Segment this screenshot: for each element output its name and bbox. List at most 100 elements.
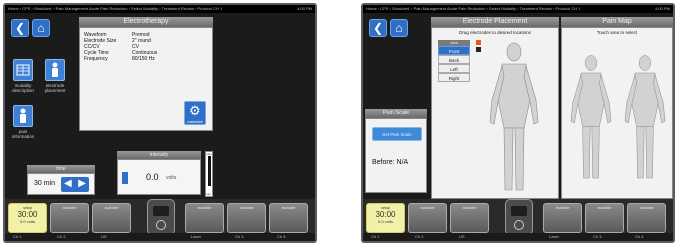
intensity-display: 0.0 volts: [117, 159, 201, 195]
intensity-value: 0.0: [146, 172, 159, 182]
device-icon: [147, 199, 175, 235]
channel-label: available: [62, 206, 77, 210]
status-bar: Home › CPS › ShoulderL › Pain Management…: [363, 5, 673, 13]
channel-tile[interactable]: available: [627, 203, 666, 233]
intensity-bar: [122, 172, 128, 184]
back-arrow-icon[interactable]: ❮: [11, 19, 29, 37]
modality-description-tile[interactable]: [13, 59, 33, 81]
channel-tile[interactable]: available: [92, 203, 131, 233]
strip-ch1[interactable]: Ch 1: [371, 233, 379, 241]
panel-title: Electrotherapy: [79, 17, 213, 27]
view-back-button[interactable]: Back: [438, 55, 470, 64]
home-icon[interactable]: ⌂: [390, 19, 408, 37]
channel-tile[interactable]: available: [227, 203, 266, 233]
channel-bar: setup 30:00 0.0 volts available availabl…: [363, 199, 673, 241]
electrode-placement-title: Electrode Placement: [431, 17, 559, 27]
electrode-icon: [52, 62, 58, 77]
pain-scale-title: Pain Scale: [365, 109, 427, 118]
strip-ch4[interactable]: Ch 4: [277, 233, 285, 241]
view-front-button[interactable]: Front: [438, 46, 470, 55]
tile-label: electrode placement: [44, 83, 66, 93]
tile-label: modality description: [12, 83, 34, 93]
view-left-button[interactable]: Left: [438, 64, 470, 73]
channel-label: available: [639, 206, 654, 210]
channel-time: 30:00: [17, 210, 38, 219]
painmap-instruction: Touch area to select: [596, 30, 638, 35]
tile-label: pain information: [11, 129, 35, 139]
chevron-left-icon[interactable]: ◀: [64, 178, 72, 189]
view-right-button[interactable]: Right: [438, 73, 470, 82]
strip-laser[interactable]: Laser: [191, 233, 201, 241]
channel-label: available: [239, 206, 254, 210]
channel-time: 30:00: [375, 210, 396, 219]
channel-tile[interactable]: available: [408, 203, 447, 233]
channel-volts: 0.0 volts: [20, 219, 35, 224]
before-pain-label: Before: N/A: [372, 159, 409, 166]
intensity-title: intensity: [117, 151, 201, 159]
back-arrow-icon[interactable]: ❮: [369, 19, 387, 37]
device-icon: [505, 199, 533, 235]
strip-us[interactable]: US: [459, 233, 465, 241]
pain-map-title: Pain Map: [561, 17, 673, 27]
strip-ch3[interactable]: Ch 3: [235, 233, 243, 241]
channel-label: available: [281, 206, 296, 210]
channel-tile[interactable]: available: [50, 203, 89, 233]
channel-label: available: [197, 206, 212, 210]
strip-ch2[interactable]: Ch 2: [57, 233, 65, 241]
strip-us[interactable]: US: [101, 233, 107, 241]
channel-tile[interactable]: available: [269, 203, 308, 233]
slider-max-label: max: [206, 152, 212, 156]
gear-icon: ⚙: [189, 103, 201, 118]
slider-track: [208, 156, 211, 186]
channel-tile[interactable]: available: [585, 203, 624, 233]
grid-icon: [16, 64, 30, 76]
home-icon[interactable]: ⌂: [32, 19, 50, 37]
strip-ch4[interactable]: Ch 4: [635, 233, 643, 241]
pain-map-area[interactable]: Touch area to select: [561, 27, 673, 199]
channel-volts: 0.0 volts: [378, 219, 393, 224]
status-bar: Home › CPS › ShoulderL › Pain Management…: [5, 5, 315, 13]
channel-tile-setup[interactable]: setup 30:00 0.0 volts: [366, 203, 405, 233]
customize-label: customize: [187, 120, 203, 124]
breadcrumb: Home › CPS › ShoulderL › Pain Management…: [366, 6, 581, 11]
parameter-list: Waveform Premod Electrode Size 2" round CC…: [80, 28, 212, 66]
body-front-figure[interactable]: [484, 40, 544, 196]
electrode-placement-tile[interactable]: [45, 59, 65, 81]
channel-tile[interactable]: available: [450, 203, 489, 233]
strip-ch1[interactable]: Ch 1: [13, 233, 21, 241]
electrode-placement-screen: Home › CPS › ShoulderL › Pain Management…: [361, 3, 675, 243]
set-pain-scale-button[interactable]: Set Pain Scale: [372, 127, 422, 141]
channel-tile-setup[interactable]: setup 30:00 0.0 volts: [8, 203, 47, 233]
channel-label: available: [462, 206, 477, 210]
breadcrumb: Home › CPS › ShoulderL › Pain Management…: [8, 6, 223, 11]
electrode-placement-area[interactable]: Drag electrodes to desired locations vie…: [431, 27, 559, 199]
intensity-unit: volts: [166, 175, 177, 181]
channel-strip: Ch 1 Ch 2 US Laser Ch 3 Ch 4: [363, 233, 673, 241]
channel-tile[interactable]: available: [185, 203, 224, 233]
electrode-black[interactable]: [476, 47, 481, 52]
strip-ch2[interactable]: Ch 2: [415, 233, 423, 241]
customize-button[interactable]: ⚙ customize: [184, 101, 206, 125]
clock: 4:00 PM: [297, 6, 312, 11]
clock: 4:00 PM: [655, 6, 670, 11]
strip-laser[interactable]: Laser: [549, 233, 559, 241]
strip-ch3[interactable]: Ch 3: [593, 233, 601, 241]
parameters-box: Waveform Premod Electrode Size 2" round CC…: [79, 27, 213, 131]
electrotherapy-screen: Home › CPS › ShoulderL › Pain Management…: [3, 3, 317, 243]
pain-information-tile[interactable]: [13, 105, 33, 127]
view-selector: view Front Back Left Right: [438, 40, 470, 82]
chevron-right-icon[interactable]: ▶: [78, 178, 86, 189]
time-stepper[interactable]: ◀ ▶: [61, 177, 89, 192]
param-row: Frequency 80/150 Hz: [84, 56, 155, 62]
channel-label: available: [420, 206, 435, 210]
pain-map-back-figure[interactable]: [620, 40, 670, 196]
electrode-red[interactable]: [476, 40, 481, 45]
time-value: 30 min: [34, 180, 56, 187]
person-icon: [20, 108, 26, 123]
electrode-instruction: Drag electrodes to desired locations: [459, 30, 531, 35]
channel-tile[interactable]: available: [543, 203, 582, 233]
intensity-slider[interactable]: max min: [205, 151, 213, 197]
slider-min-label: min: [206, 192, 211, 196]
pain-map-front-figure[interactable]: [566, 40, 616, 196]
channel-strip: Ch 1 Ch 2 US Laser Ch 3 Ch 4: [5, 233, 315, 241]
